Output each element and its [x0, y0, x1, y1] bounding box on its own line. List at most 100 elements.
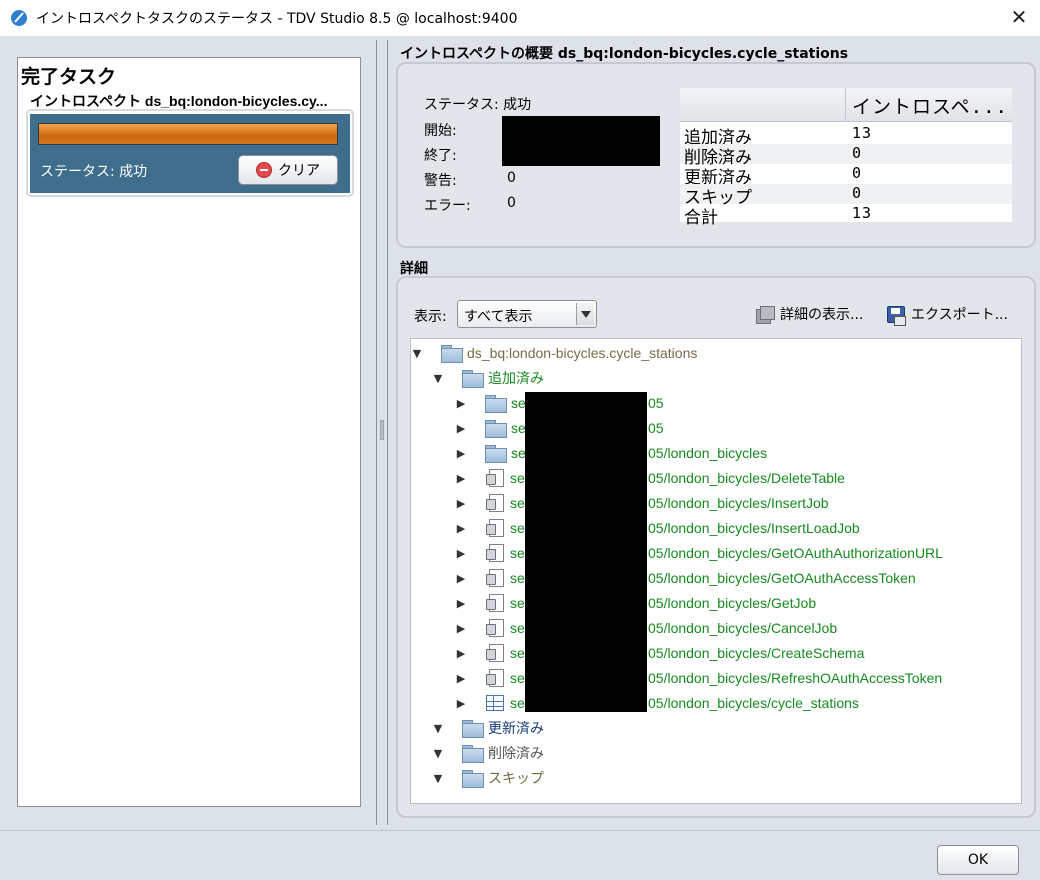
tree-node-label: 追加済み	[488, 370, 544, 386]
collapsed-toggle-icon[interactable]: ▶	[455, 572, 467, 585]
splitter-edge-right	[387, 40, 388, 825]
tree-item-suffix: 05/london_bicycles/CancelJob	[648, 620, 838, 636]
tree-item-suffix: 05/london_bicycles/DeleteTable	[648, 470, 845, 486]
expanded-toggle-icon[interactable]: ▼	[432, 772, 444, 785]
tree-item-suffix: 05/london_bicycles/GetOAuthAccessToken	[648, 570, 916, 586]
show-filter-select[interactable]: すべて表示	[457, 300, 597, 328]
collapsed-toggle-icon[interactable]: ▶	[455, 522, 467, 535]
export-label: エクスポート...	[911, 307, 1008, 323]
counts-row: 削除済み 0	[680, 144, 1012, 168]
counts-header-label[interactable]: イントロスペ...	[852, 92, 1008, 119]
tree-item[interactable]: ▶ se 05/london_bicycles/CancelJob	[455, 617, 837, 639]
tree-item[interactable]: ▶ se 05/london_bicycles/InsertJob	[455, 492, 829, 514]
tree-node-root[interactable]: ▼ ds_bq:london-bicycles.cycle_stations	[411, 342, 697, 364]
collapsed-toggle-icon[interactable]: ▶	[455, 472, 467, 485]
tree-item[interactable]: ▶ se 05	[455, 417, 664, 439]
tree-item-prefix: se	[510, 470, 525, 486]
collapsed-toggle-icon[interactable]: ▶	[455, 597, 467, 610]
view-details-button[interactable]: 詳細の表示...	[756, 304, 863, 324]
collapsed-toggle-icon[interactable]: ▶	[455, 622, 467, 635]
expanded-toggle-icon[interactable]: ▼	[432, 722, 444, 735]
collapsed-toggle-icon[interactable]: ▶	[455, 422, 467, 435]
counts-row-value: 0	[852, 144, 863, 162]
collapsed-toggle-icon[interactable]: ▶	[455, 547, 467, 560]
show-filter-value: すべて表示	[464, 309, 533, 325]
tree-item-prefix: se	[510, 495, 525, 511]
counts-row-label: 合計	[684, 208, 718, 228]
counts-row: 更新済み 0	[680, 164, 1012, 188]
collapsed-toggle-icon[interactable]: ▶	[455, 672, 467, 685]
collapsed-toggle-icon[interactable]: ▶	[455, 397, 467, 410]
completed-tasks-heading: 完了タスク	[21, 66, 117, 88]
tree-item[interactable]: ▶ se 05/london_bicycles/cycle_stations	[455, 692, 859, 714]
tree-item-suffix: 05/london_bicycles/InsertLoadJob	[648, 520, 860, 536]
tree-item[interactable]: ▶ se 05/london_bicycles	[455, 442, 767, 464]
tree-item[interactable]: ▶ se 05/london_bicycles/InsertLoadJob	[455, 517, 860, 539]
procedure-icon	[486, 544, 504, 562]
tree-node-label: ds_bq:london-bicycles.cycle_stations	[467, 345, 698, 361]
chevron-down-icon	[576, 303, 594, 325]
tree-item-suffix: 05/london_bicycles/GetOAuthAuthorization…	[648, 545, 943, 561]
tree-item[interactable]: ▶ se 05/london_bicycles/DeleteTable	[455, 467, 845, 489]
task-progress-bar	[38, 123, 338, 145]
expanded-toggle-icon[interactable]: ▼	[432, 747, 444, 760]
procedure-icon	[486, 569, 504, 587]
splitter-handle[interactable]	[380, 420, 384, 440]
tree-node-label: 更新済み	[488, 720, 544, 736]
tree-item[interactable]: ▶ se 05/london_bicycles/CreateSchema	[455, 642, 864, 664]
counts-row: 追加済み 13	[680, 124, 1012, 148]
tree-node-skipped[interactable]: ▼ スキップ	[432, 767, 544, 789]
tree-item[interactable]: ▶ se 05/london_bicycles/GetOAuthAccessTo…	[455, 567, 916, 589]
tree-item[interactable]: ▶ se 05	[455, 392, 664, 414]
tree-item-suffix: 05/london_bicycles/GetJob	[648, 595, 817, 611]
clear-button-label: クリア	[278, 163, 320, 179]
close-window-button[interactable]: ✕	[1008, 6, 1030, 28]
view-details-label: 詳細の表示...	[780, 307, 864, 323]
splitter-edge-left	[376, 40, 377, 825]
collapsed-toggle-icon[interactable]: ▶	[455, 697, 467, 710]
export-button[interactable]: エクスポート...	[887, 304, 1008, 326]
error-label: エラー:	[424, 198, 471, 214]
tree-item-prefix: se	[510, 595, 525, 611]
procedure-icon	[486, 494, 504, 512]
tree-item[interactable]: ▶ se 05/london_bicycles/RefreshOAuthAcce…	[455, 667, 942, 689]
results-tree: ▼ ds_bq:london-bicycles.cycle_stations ▼…	[410, 338, 1022, 804]
footer-divider	[0, 830, 1040, 831]
tdv-studio-app-icon	[11, 10, 27, 26]
tree-item-prefix: se	[510, 620, 525, 636]
expanded-toggle-icon[interactable]: ▼	[432, 372, 444, 385]
task-name: イントロスペクト ds_bq:london-bicycles.cy...	[30, 93, 328, 109]
counts-table-header: イントロスペ...	[680, 88, 1012, 122]
tree-item[interactable]: ▶ se 05/london_bicycles/GetOAuthAuthoriz…	[455, 542, 943, 564]
task-card: ステータス: 成功 クリア	[26, 109, 354, 197]
expanded-toggle-icon[interactable]: ▼	[411, 347, 423, 360]
procedure-icon	[486, 619, 504, 637]
folder-icon	[462, 745, 484, 763]
tree-node-label: 削除済み	[488, 745, 544, 761]
collapsed-toggle-icon[interactable]: ▶	[455, 647, 467, 660]
save-icon	[887, 305, 906, 326]
tree-item-suffix: 05/london_bicycles/CreateSchema	[648, 645, 865, 661]
folder-icon	[485, 445, 507, 463]
task-card-body: ステータス: 成功 クリア	[30, 114, 350, 193]
procedure-icon	[486, 594, 504, 612]
tree-node-added[interactable]: ▼ 追加済み	[432, 367, 544, 389]
tree-node-updated[interactable]: ▼ 更新済み	[432, 717, 544, 739]
counts-header-blank[interactable]	[680, 88, 846, 122]
summary-status: ステータス: 成功	[424, 97, 532, 113]
details-panel: 表示: すべて表示 詳細の表示... エクスポート... ▼ ds_bq:lon…	[396, 276, 1036, 818]
ok-button[interactable]: OK	[937, 845, 1019, 875]
tree-item-suffix: 05	[648, 420, 664, 436]
warning-value: 0	[507, 170, 516, 186]
tree-item-prefix: se	[510, 545, 525, 561]
tree-item-suffix: 05/london_bicycles/cycle_stations	[648, 695, 859, 711]
redacted-times	[502, 116, 660, 166]
procedure-icon	[486, 469, 504, 487]
tree-node-deleted[interactable]: ▼ 削除済み	[432, 742, 544, 764]
tree-item-suffix: 05/london_bicycles/RefreshOAuthAccessTok…	[648, 670, 943, 686]
collapsed-toggle-icon[interactable]: ▶	[455, 447, 467, 460]
table-icon	[486, 695, 504, 711]
clear-button[interactable]: クリア	[238, 155, 338, 185]
tree-item[interactable]: ▶ se 05/london_bicycles/GetJob	[455, 592, 816, 614]
collapsed-toggle-icon[interactable]: ▶	[455, 497, 467, 510]
